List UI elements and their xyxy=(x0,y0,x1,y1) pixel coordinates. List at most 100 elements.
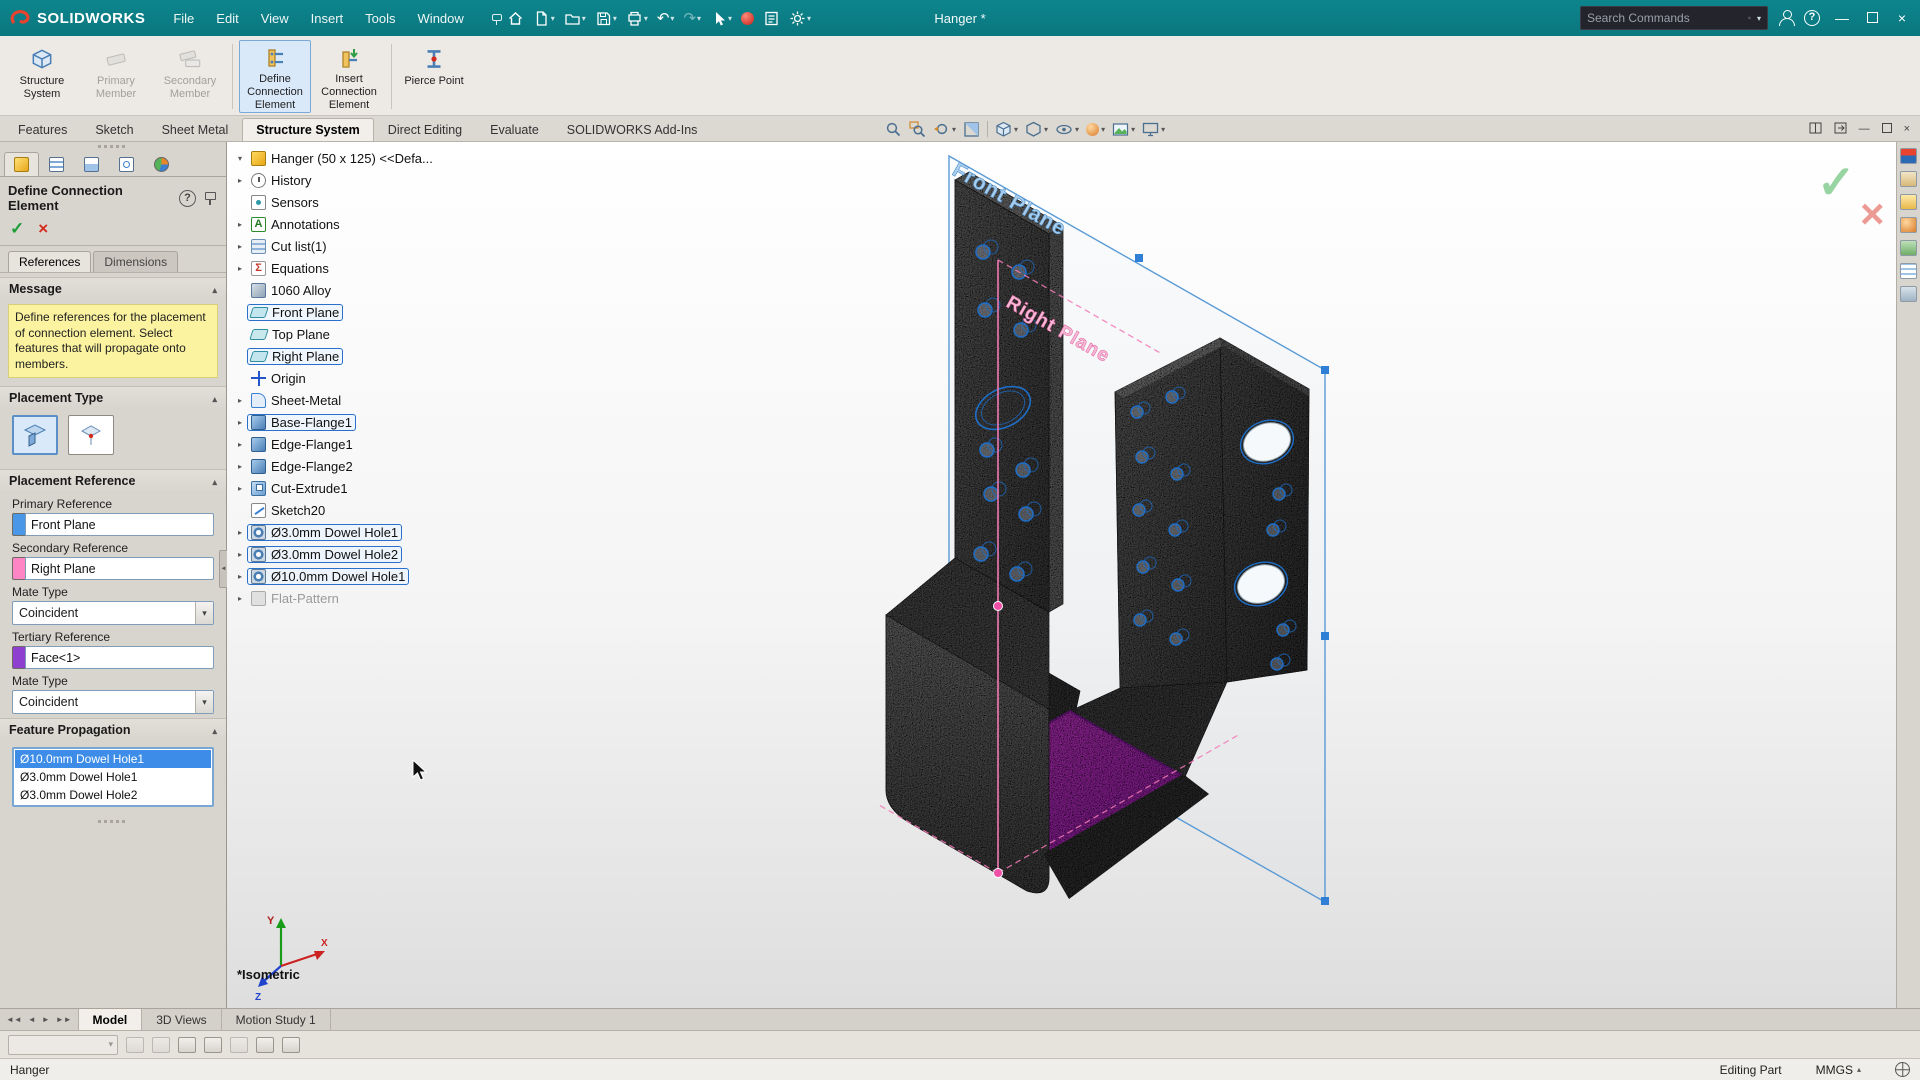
save-button[interactable]: ▾ xyxy=(592,7,620,30)
tree-item-edge-flange1[interactable]: Edge-Flange1 xyxy=(233,433,533,455)
apply-scene-icon[interactable] xyxy=(1112,121,1135,138)
tree-item-sketch20[interactable]: Sketch20 xyxy=(233,499,533,521)
edit-appearance-icon[interactable] xyxy=(1086,123,1105,136)
tab-scroll-prev-icon[interactable]: ◄ xyxy=(26,1015,38,1024)
key-properties-icon[interactable] xyxy=(204,1037,222,1053)
tree-item-equations[interactable]: Equations xyxy=(233,257,533,279)
tree-item-origin[interactable]: Origin xyxy=(233,367,533,389)
forum-icon[interactable] xyxy=(1900,286,1917,302)
globe-icon[interactable] xyxy=(1895,1062,1910,1077)
menu-edit[interactable]: Edit xyxy=(206,7,248,30)
tab-model[interactable]: Model xyxy=(79,1009,143,1030)
scenes-icon[interactable] xyxy=(1900,240,1917,256)
define-connection-element-button[interactable]: Define Connection Element xyxy=(239,40,311,113)
display-style-icon[interactable] xyxy=(1025,121,1048,138)
home-button[interactable] xyxy=(504,7,527,30)
confirm-ok-icon[interactable]: ✓ xyxy=(1817,156,1856,208)
open-document-button[interactable]: ▾ xyxy=(561,7,589,30)
zoom-fit-icon[interactable] xyxy=(885,121,902,138)
motion-study-type-dropdown[interactable] xyxy=(8,1035,118,1055)
file-explorer-icon[interactable] xyxy=(1900,194,1917,210)
tree-item-top-plane[interactable]: Top Plane xyxy=(233,323,533,345)
dropdown-caret-icon[interactable] xyxy=(195,602,213,624)
menu-pin-icon[interactable] xyxy=(490,11,504,25)
primary-member-button[interactable]: Primary Member xyxy=(80,40,152,113)
tree-item-dowel-hole-3mm-2[interactable]: Ø3.0mm Dowel Hole2 xyxy=(233,543,533,565)
print-button[interactable]: ▾ xyxy=(623,7,651,30)
select-button[interactable]: ▾ xyxy=(707,7,735,30)
tab-sketch[interactable]: Sketch xyxy=(81,118,147,141)
tree-item-cut-list[interactable]: Cut list(1) xyxy=(233,235,533,257)
appearances-icon[interactable] xyxy=(1900,217,1917,233)
dropdown-caret-icon[interactable] xyxy=(195,691,213,713)
design-library-icon[interactable] xyxy=(1900,171,1917,187)
mate-type2-dropdown[interactable]: Coincident xyxy=(12,690,214,714)
ok-button[interactable]: ✓ xyxy=(10,219,24,239)
panel-grip[interactable] xyxy=(0,142,226,150)
calculate-icon[interactable] xyxy=(126,1037,144,1053)
maximize-button[interactable] xyxy=(1864,10,1880,26)
menu-tools[interactable]: Tools xyxy=(355,7,405,30)
search-input[interactable] xyxy=(1587,11,1742,25)
animation-wizard-icon[interactable] xyxy=(178,1037,196,1053)
search-icon[interactable] xyxy=(1748,11,1751,25)
tree-item-material[interactable]: 1060 Alloy xyxy=(233,279,533,301)
placement-type-planar-button[interactable] xyxy=(12,415,58,455)
tab-3d-views[interactable]: 3D Views xyxy=(142,1009,221,1030)
structure-system-button[interactable]: Structure System xyxy=(6,40,78,113)
pierce-point-button[interactable]: Pierce Point xyxy=(398,40,470,113)
feature-propagation-section-header[interactable]: Feature Propagation xyxy=(0,718,226,741)
tertiary-reference-input[interactable] xyxy=(25,646,214,669)
tab-features[interactable]: Features xyxy=(4,118,81,141)
tree-item-dowel-hole-10mm-1[interactable]: Ø10.0mm Dowel Hole1 xyxy=(233,565,533,587)
pm-help-icon[interactable]: ? xyxy=(179,190,196,207)
pm-pin-icon[interactable] xyxy=(202,190,218,206)
tree-item-base-flange[interactable]: Base-Flange1 xyxy=(233,411,533,433)
user-account-icon[interactable] xyxy=(1778,10,1794,26)
doc-restore-icon[interactable] xyxy=(1882,123,1892,136)
secondary-member-button[interactable]: Secondary Member xyxy=(154,40,226,113)
tab-addins[interactable]: SOLIDWORKS Add-Ins xyxy=(553,118,712,141)
tab-sheet-metal[interactable]: Sheet Metal xyxy=(148,118,243,141)
command-search[interactable]: ▾ xyxy=(1580,6,1768,30)
redo-button[interactable]: ↷▾ xyxy=(680,8,704,29)
help-icon[interactable]: ? xyxy=(1804,10,1820,26)
cancel-button[interactable]: × xyxy=(38,219,48,239)
menu-insert[interactable]: Insert xyxy=(301,7,354,30)
tab-dimensions[interactable]: Dimensions xyxy=(93,251,178,272)
hide-show-items-icon[interactable] xyxy=(1055,121,1079,138)
secondary-reference-input[interactable] xyxy=(25,557,214,580)
options-button[interactable]: ▾ xyxy=(786,7,814,30)
play-from-start-icon[interactable] xyxy=(152,1037,170,1053)
tab-references[interactable]: References xyxy=(8,251,91,272)
tab-scroll-first-icon[interactable]: ◄◄ xyxy=(4,1015,24,1024)
filter-animated-icon[interactable] xyxy=(230,1037,248,1053)
tab-structure-system[interactable]: Structure System xyxy=(242,118,374,141)
chart-icon[interactable] xyxy=(282,1037,300,1053)
tab-scroll-last-icon[interactable]: ►► xyxy=(54,1015,74,1024)
rebuild-button[interactable] xyxy=(738,9,757,28)
placement-reference-section-header[interactable]: Placement Reference xyxy=(0,469,226,492)
pane-arrow-icon[interactable] xyxy=(1834,122,1847,137)
tree-item-dowel-hole-3mm-1[interactable]: Ø3.0mm Dowel Hole1 xyxy=(233,521,533,543)
view-orientation-icon[interactable] xyxy=(995,121,1018,138)
list-item[interactable]: Ø10.0mm Dowel Hole1 xyxy=(15,750,211,768)
placement-type-point-button[interactable] xyxy=(68,415,114,455)
custom-properties-icon[interactable] xyxy=(1900,263,1917,279)
tree-root[interactable]: Hanger (50 x 125) <<Defa... xyxy=(233,147,533,169)
tree-item-cut-extrude[interactable]: Cut-Extrude1 xyxy=(233,477,533,499)
pm-tab-ce-manager[interactable] xyxy=(144,152,179,176)
pm-tab-property-manager[interactable] xyxy=(4,152,39,176)
panel-grip-bottom[interactable] xyxy=(0,817,226,825)
doc-minimize-icon[interactable]: — xyxy=(1859,123,1870,135)
previous-view-icon[interactable] xyxy=(933,121,956,138)
tree-item-right-plane[interactable]: Right Plane xyxy=(233,345,533,367)
tab-scroll-next-icon[interactable]: ► xyxy=(40,1015,52,1024)
tree-item-edge-flange2[interactable]: Edge-Flange2 xyxy=(233,455,533,477)
feature-propagation-list[interactable]: Ø10.0mm Dowel Hole1 Ø3.0mm Dowel Hole1 Ø… xyxy=(12,747,214,807)
confirm-cancel-icon[interactable]: × xyxy=(1860,190,1885,237)
list-item[interactable]: Ø3.0mm Dowel Hole2 xyxy=(15,786,211,804)
section-view-icon[interactable] xyxy=(963,121,980,138)
list-item[interactable]: Ø3.0mm Dowel Hole1 xyxy=(15,768,211,786)
tree-item-sensors[interactable]: Sensors xyxy=(233,191,533,213)
